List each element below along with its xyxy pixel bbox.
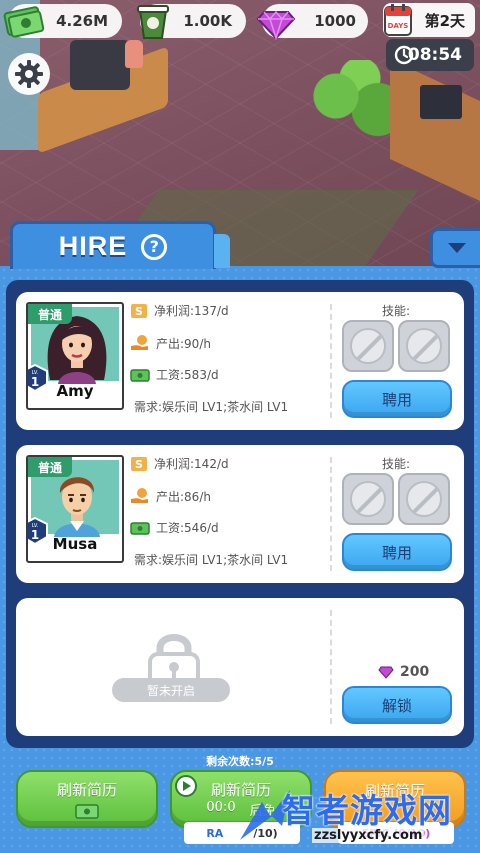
empty-skill-icon <box>406 328 442 364</box>
collapse-panel-button[interactable] <box>430 228 480 268</box>
coin-hand-icon <box>131 335 148 350</box>
candidate-portrait: 普通 LV. 1 Musa <box>26 455 124 563</box>
net-profit-row: S 净利润:142/d <box>130 455 229 472</box>
candidate-portrait: 普通 LV. 1 Amy <box>26 302 124 410</box>
cash-icon <box>130 368 150 382</box>
empty-skill-slot <box>398 473 450 525</box>
cash-icon <box>75 803 99 819</box>
card-divider <box>330 304 332 418</box>
empty-skill-icon <box>350 481 386 517</box>
clock-icon <box>394 45 414 65</box>
level-badge: LV. 1 <box>28 364 48 392</box>
empty-skill-slot <box>342 473 394 525</box>
output-row: 产出:86/h <box>130 487 211 505</box>
unlock-price: 200 <box>378 664 429 680</box>
empty-skill-slot <box>398 320 450 372</box>
refresh-resume-button[interactable]: 刷新简历 <box>16 770 158 828</box>
level-value: 1 <box>31 375 39 389</box>
coin-hand-icon <box>131 488 148 503</box>
gear-icon <box>15 60 43 88</box>
empty-skill-icon <box>406 481 442 517</box>
rank-badge: 普通 <box>28 457 72 477</box>
candidate-card: 普通 LV. 1 Musa S 净利润:142/d 产出:86/h 工资:546… <box>16 445 464 583</box>
card-divider <box>330 610 332 724</box>
hire-title: HIRE <box>58 231 128 261</box>
coffee-machine <box>70 40 130 90</box>
requirement-text: 需求:娱乐间 LV1;茶水间 LV1 <box>134 553 289 567</box>
dollar-sign-icon: S <box>131 456 147 471</box>
coffee-counter: 1.00K <box>137 4 246 39</box>
salary-text: 工资:583/d <box>156 368 219 382</box>
salary-text: 工资:546/d <box>156 521 219 535</box>
level-badge: LV. 1 <box>28 517 48 545</box>
output-text: 产出:86/h <box>156 489 211 504</box>
output-text: 产出:90/h <box>156 336 211 351</box>
refresh-label: 刷新简历 <box>56 780 117 799</box>
skills-label: 技能: <box>382 457 411 471</box>
card-divider <box>330 457 332 571</box>
empty-skill-slot <box>342 320 394 372</box>
coffee-value: 1.00K <box>183 12 232 30</box>
requirement-text: 需求:娱乐间 LV1;茶水间 LV1 <box>134 400 289 414</box>
hire-button[interactable]: 聘用 <box>342 380 452 418</box>
net-profit-text: 净利润:137/d <box>154 304 229 318</box>
settings-button[interactable] <box>8 53 50 95</box>
chevron-down-icon <box>447 243 466 253</box>
money-value: 4.26M <box>56 12 108 30</box>
salary-row: 工资:546/d <box>130 519 219 536</box>
rank-badge: 普通 <box>28 304 72 324</box>
play-video-icon <box>175 775 197 797</box>
svg-text:S: S <box>135 458 143 471</box>
net-profit-row: S 净利润:137/d <box>130 302 229 319</box>
purple-gem-icon <box>256 10 296 40</box>
purple-gem-icon <box>378 666 394 679</box>
hire-button[interactable]: 聘用 <box>342 533 452 571</box>
hire-tab: HIRE ? <box>10 221 216 269</box>
gem-value: 1000 <box>314 12 356 30</box>
remaining-refresh-count: 剩余次数:5/5 <box>206 755 274 768</box>
coffee-cup-icon <box>137 5 169 39</box>
calendar-icon: DAYS <box>384 4 412 36</box>
cash-icon <box>130 521 150 535</box>
computer-monitor <box>420 85 462 119</box>
dollar-sign-icon: S <box>131 303 147 318</box>
kettle <box>125 40 143 68</box>
net-profit-text: 净利润:142/d <box>154 457 229 471</box>
day-value: 第2天 <box>424 11 465 30</box>
skills-label: 技能: <box>382 304 411 318</box>
output-row: 产出:90/h <box>130 334 211 352</box>
level-value: 1 <box>31 528 39 542</box>
money-counter: 4.26M <box>3 4 122 38</box>
empty-skill-icon <box>350 328 386 364</box>
tab-edge-decoration <box>214 234 230 268</box>
cash-stack-icon <box>3 6 45 38</box>
locked-candidate-slot: 暂未开启 200 解锁 <box>16 598 464 736</box>
gem-counter: 1000 <box>256 4 368 40</box>
watermark-url: zzslyyxcfy.com <box>312 828 425 843</box>
salary-row: 工资:583/d <box>130 366 219 383</box>
watermark-text: 智者游戏网 <box>282 791 452 830</box>
time-value: 08:54 <box>407 45 462 65</box>
svg-text:S: S <box>135 305 143 318</box>
day-indicator: DAYS 第2天 <box>383 3 475 37</box>
unlock-price-value: 200 <box>400 664 430 680</box>
clock-display: 08:54 <box>386 39 474 71</box>
candidate-card: 普通 LV. 1 Amy S 净利润:137/d 产出:90/h 工资:583/… <box>16 292 464 430</box>
help-button[interactable]: ? <box>141 233 168 260</box>
unlock-button[interactable]: 解锁 <box>342 686 452 724</box>
rare-label: RA <box>206 826 224 840</box>
calendar-icon-label: DAYS <box>388 22 409 30</box>
locked-status-label: 暂未开启 <box>112 678 230 702</box>
